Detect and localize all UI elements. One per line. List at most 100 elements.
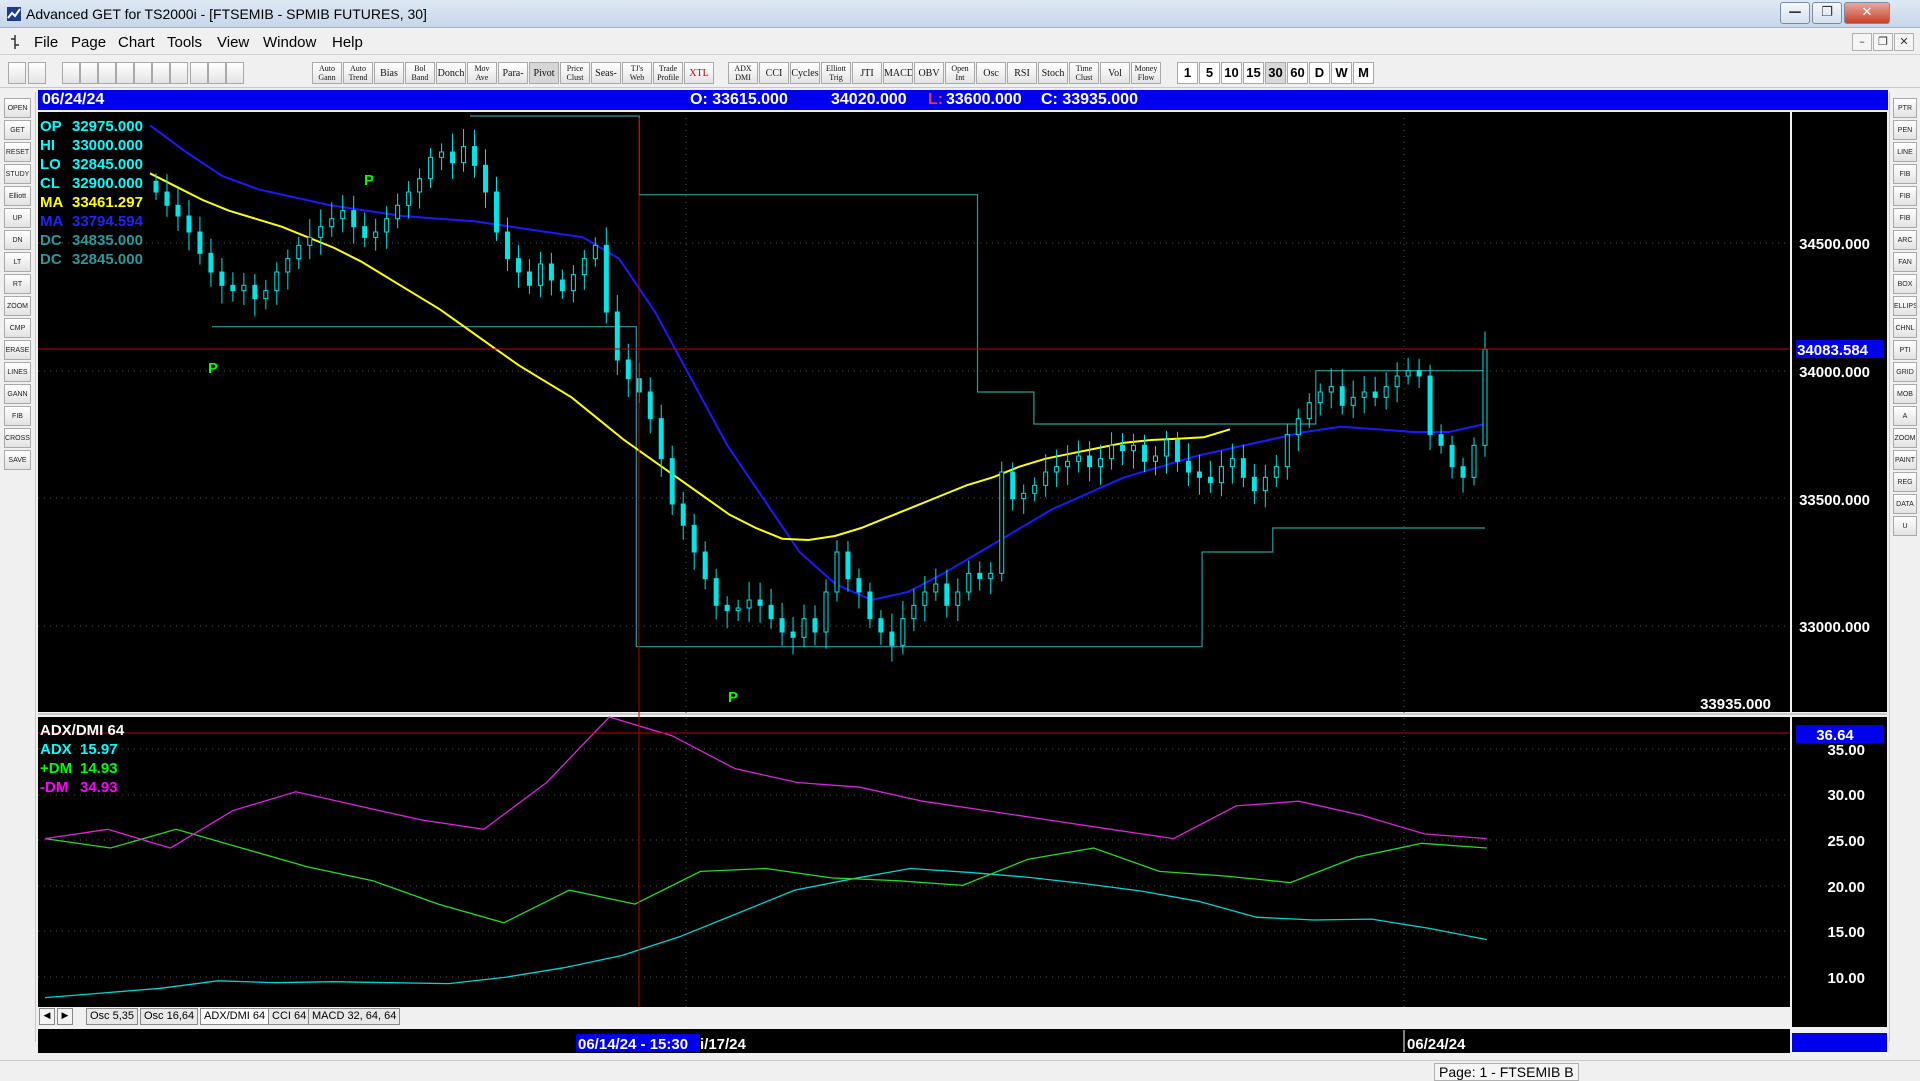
candle-body [845,551,851,580]
candle-body [779,618,785,633]
candle-body [801,618,807,638]
candle-body [768,604,774,620]
candle-body [1163,439,1169,457]
candle-body [1372,391,1378,398]
indicator-legend-label: -DM [40,779,68,796]
candle-body [1207,476,1213,484]
candle-body [1416,370,1422,377]
candle-body [856,578,862,593]
candle-body [263,290,269,300]
cursor-time-label: 06/14/24 - 15:30 [578,1036,688,1053]
candle-body [691,524,697,553]
tab-osc-5-35[interactable]: Osc 5,35 [86,1008,139,1025]
candle-body [702,551,708,580]
candle-body [658,418,664,460]
legend-label: MA [40,194,63,211]
legend-value: 33794.594 [72,213,144,230]
candle-body [823,591,829,633]
legend-label: CL [40,175,60,192]
candle-body [340,210,346,220]
candle-body [1098,458,1104,468]
time-axis-corner [1792,1033,1887,1052]
status-bar: Page: 1 - FTSEMIB B [0,1060,1920,1081]
tab-cci-64[interactable]: CCI 64 [268,1008,311,1025]
legend-value: 33461.297 [72,194,143,211]
candle-body [1273,466,1279,478]
time-axis [38,1029,1790,1053]
candle-body [1482,348,1488,446]
candle-body [966,572,972,593]
candle-body [373,231,379,238]
candle-body [790,631,796,638]
candle-body [867,591,873,620]
legend-value: 34835.000 [72,232,143,249]
candle-body [911,604,917,620]
legend-label: LO [40,156,61,173]
candle-body [1152,455,1158,462]
candle-body [504,231,510,260]
candle-body [900,618,906,646]
candle-body [252,284,258,300]
tab-next-button[interactable]: ▶ [57,1008,73,1025]
candle-body [581,258,587,276]
candle-body [208,252,214,273]
tab-osc-16-64[interactable]: Osc 16,64 [140,1008,199,1025]
candle-body [296,244,302,260]
candle-body [515,258,521,273]
candle-body [955,591,961,606]
legend-value: 32845.000 [72,156,143,173]
candle-body [735,607,741,612]
candle-body [230,284,236,292]
candle-body [647,391,653,420]
candle-body [1284,434,1290,468]
pivot-label: P [364,172,374,189]
candle-body [219,271,225,286]
candle-body [757,599,763,606]
legend-label: DC [40,251,62,268]
candle-body [559,279,565,292]
legend-value: 33000.000 [72,137,143,154]
indicator-panel[interactable] [38,717,1790,1007]
candle-body [1021,492,1027,500]
indicator-tick: 10.00 [1827,970,1865,987]
price-tick: 34000.000 [1799,364,1870,381]
candle-body [1185,460,1191,473]
candle-body [548,263,554,281]
chart-canvas[interactable]: 34500.000 34000.000 33500.000 33000.000 … [0,0,1920,1080]
indicator-tick: 20.00 [1827,879,1865,896]
candle-body [1251,476,1257,492]
candle-body [1131,444,1137,452]
indicator-tick: 25.00 [1827,833,1865,850]
pivot-label: P [208,360,218,377]
candle-body [175,204,181,217]
candle-body [1218,466,1224,484]
indicator-title: ADX/DMI 64 [40,722,125,739]
indicator-legend-value: 14.93 [80,760,118,777]
candle-body [1087,455,1093,468]
page-status: Page: 1 - FTSEMIB B [1434,1063,1579,1081]
candle-body [669,458,675,505]
tab-adx-dmi-64[interactable]: ADX/DMI 64 [200,1008,270,1025]
candle-body [450,151,456,164]
candle-body [933,583,939,593]
legend-value: 32900.000 [72,175,143,192]
legend-label: OP [40,118,62,135]
candle-body [241,284,247,292]
tab-prev-button[interactable]: ◀ [39,1008,55,1025]
candle-body [1438,434,1444,446]
candle-body [186,215,192,233]
candle-body [197,231,203,254]
tab-macd[interactable]: MACD 32, 64, 64 [308,1008,401,1025]
app-window: Advanced GET for TS2000i - [FTSEMIB - SP… [0,0,1920,1081]
candle-body [1109,444,1115,460]
candle-body [329,218,335,228]
candle-body [1427,375,1433,436]
candle-body [1043,471,1049,486]
candle-body [1174,439,1180,462]
candle-body [1240,458,1246,478]
legend-label: MA [40,213,63,230]
candle-body [713,578,719,606]
price-marker-label: 34083.584 [1797,342,1869,359]
candle-body [944,583,950,606]
candle-body [351,210,357,228]
